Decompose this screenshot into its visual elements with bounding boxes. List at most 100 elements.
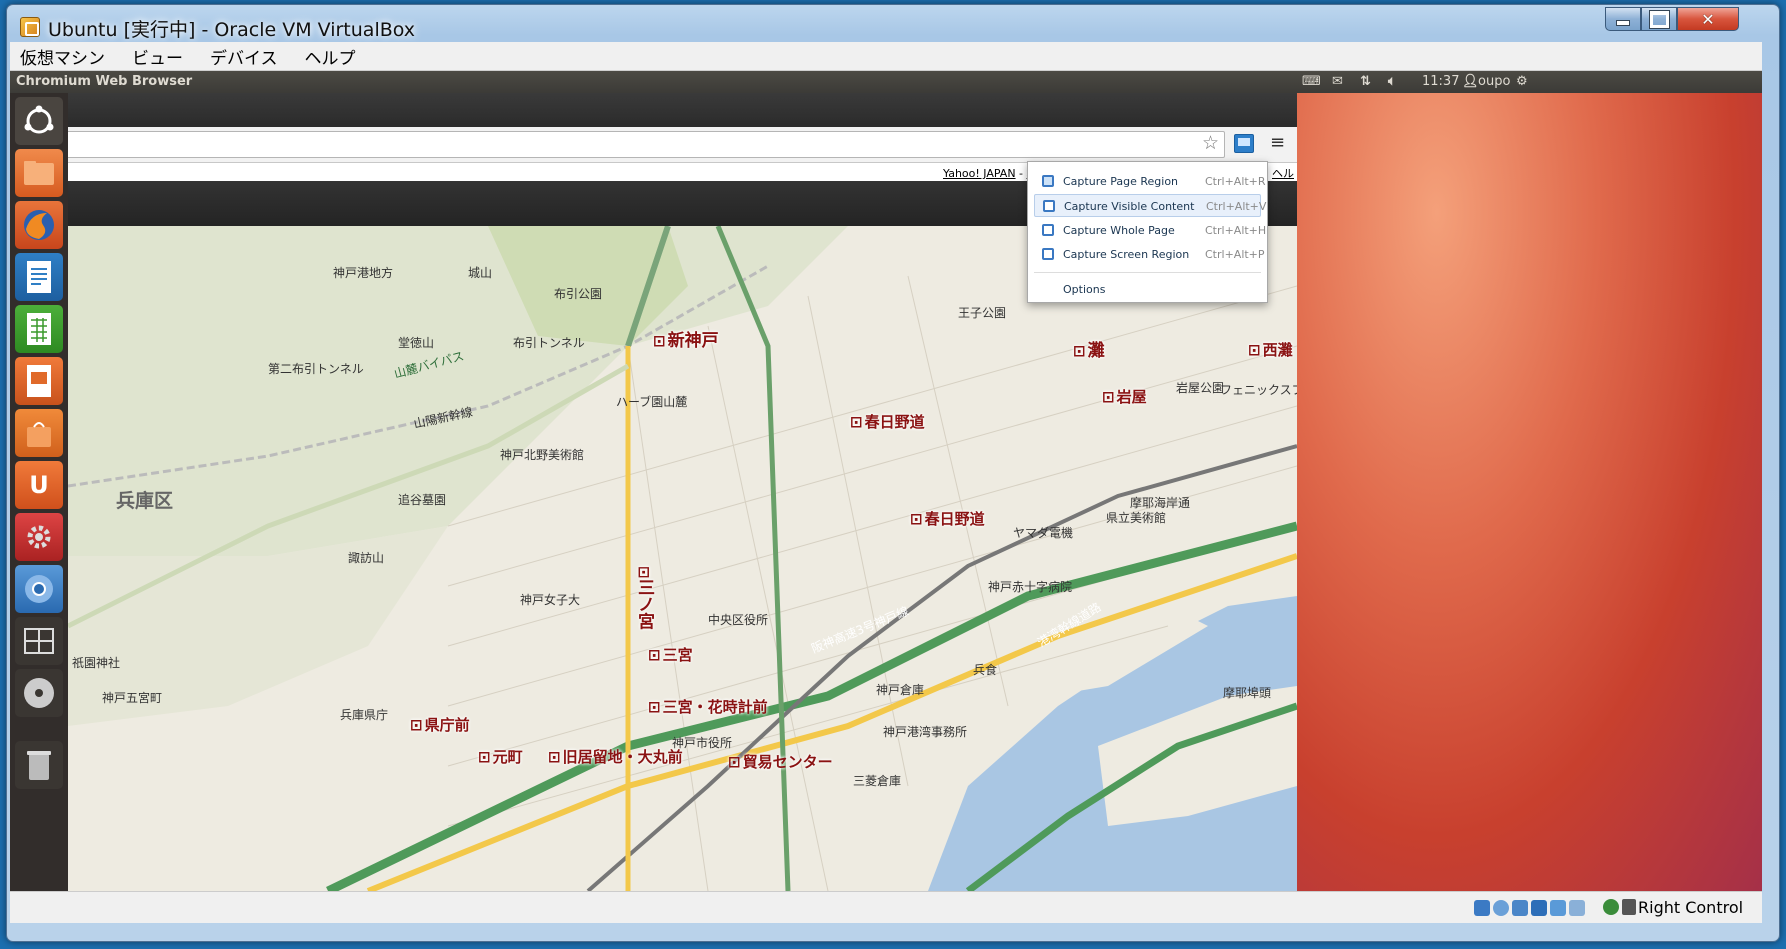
shared-folders-icon[interactable] (1550, 900, 1566, 916)
capture-visible-content-item[interactable]: Capture Visible Content Ctrl+Alt+V (1034, 194, 1266, 217)
host-key-label: Right Control (1638, 898, 1744, 917)
libreoffice-calc-icon[interactable] (15, 305, 63, 353)
map-place-label: 摩耶埠頭 (1223, 686, 1272, 700)
gear-icon[interactable]: ⚙ (1516, 74, 1528, 89)
network-adapter-icon[interactable] (1531, 900, 1547, 916)
chromium-icon[interactable] (15, 565, 63, 613)
map-place-label: 神戸港湾事務所 (883, 725, 968, 739)
libreoffice-impress-icon[interactable] (15, 357, 63, 405)
capture-screen-icon (1042, 248, 1054, 260)
bookmark-star-icon[interactable]: ☆ (1202, 132, 1219, 154)
chrome-menu-icon[interactable]: ≡ (1270, 132, 1285, 153)
address-bar[interactable] (68, 131, 1225, 158)
map-place-label: 城山 (468, 266, 493, 280)
settings-icon[interactable] (15, 513, 63, 561)
host-key-icon (1622, 899, 1636, 915)
map-station-label[interactable]: 灘 (1073, 336, 1105, 361)
menu-item-label: Capture Screen Region (1063, 248, 1190, 261)
map-place-label: ハーブ園山麓 (616, 395, 688, 409)
shopping-bag-icon[interactable] (15, 409, 63, 457)
minimize-button[interactable] (1605, 7, 1641, 31)
menu-item-label: Capture Page Region (1063, 175, 1179, 188)
panel-clock[interactable]: 11:37 (1422, 74, 1459, 89)
mail-icon[interactable]: ✉ (1332, 74, 1343, 89)
user-icon: 👤︎ (1462, 74, 1479, 89)
map-place-label: 神戸市役所 (672, 736, 733, 750)
workspace-switcher-icon[interactable] (15, 617, 63, 665)
trash-icon[interactable] (15, 741, 63, 789)
map-station-label[interactable]: 春日野道 (910, 508, 985, 529)
menu-item-shortcut: Ctrl+Alt+V (1206, 200, 1267, 213)
map-station-label[interactable]: 新神戸 (653, 326, 719, 351)
map-label: 兵庫区 (116, 490, 174, 512)
map-place-label: 岩屋公園 (1176, 381, 1225, 395)
map-place-label: 諏訪山 (348, 551, 385, 565)
map-place-label: 県立美術館 (1106, 511, 1167, 525)
map-station-label[interactable]: 西灘 (1248, 339, 1293, 360)
map-station-label[interactable]: 春日野道 (850, 411, 925, 432)
keyboard-icon[interactable]: ⌨ (1302, 74, 1321, 89)
menu-item-shortcut: Ctrl+Alt+H (1205, 224, 1267, 237)
ubuntu-one-icon[interactable]: U (15, 461, 63, 509)
options-menu-item[interactable]: Options (1063, 283, 1105, 296)
volume-icon[interactable]: 🔈︎ (1388, 74, 1396, 89)
menu-view[interactable]: ビュー (118, 44, 196, 69)
map-station-label[interactable]: 三ノ宮 (632, 566, 657, 630)
desktop-wallpaper (1297, 93, 1762, 891)
menu-devices[interactable]: デバイス (196, 44, 291, 69)
close-button[interactable] (1677, 7, 1739, 31)
map-station-label[interactable]: 元町 (478, 746, 523, 767)
panel-username[interactable]: oupo (1478, 74, 1510, 89)
chromium-tabstrip[interactable] (68, 93, 1297, 127)
map-view[interactable]: 兵庫区 新神戸 三ノ宮 灘 西灘 岩屋 春日野道 春日野道 三宮 三宮・花時計前… (68, 226, 1297, 891)
libreoffice-writer-icon[interactable] (15, 253, 63, 301)
screen-capture-extension-icon[interactable] (1234, 134, 1254, 153)
firefox-icon[interactable] (15, 201, 63, 249)
capture-menu: Capture Page Region Ctrl+Alt+R Capture V… (1027, 161, 1268, 303)
folder-icon[interactable] (15, 149, 63, 197)
maximize-button[interactable] (1641, 7, 1677, 31)
map-station-label[interactable]: 三宮・花時計前 (648, 696, 768, 717)
map-place-label: 神戸倉庫 (876, 683, 925, 697)
map-station-label[interactable]: 岩屋 (1102, 386, 1147, 407)
window-titlebar[interactable]: Ubuntu [実行中] - Oracle VM VirtualBox (7, 5, 1779, 47)
map-place-label: 神戸北野美術館 (500, 448, 585, 462)
window-title: Ubuntu [実行中] - Oracle VM VirtualBox (48, 19, 416, 41)
menu-separator (1034, 272, 1261, 273)
hard-disk-icon[interactable] (1474, 900, 1490, 916)
map-place-label: 祇園神社 (72, 656, 121, 670)
map-place-label: フェニックスプ (1220, 383, 1297, 397)
unity-launcher: U (10, 93, 68, 891)
map-station-label[interactable]: 旧居留地・大丸前 (548, 746, 683, 767)
capture-page-region-item[interactable]: Capture Page Region Ctrl+Alt+R (1034, 170, 1266, 193)
map-place-label: 兵食 (973, 663, 998, 677)
map-place-label: 堂徳山 (398, 336, 435, 350)
optical-drive-icon[interactable] (1493, 900, 1509, 916)
map-place-label: 王子公園 (958, 306, 1007, 320)
map-place-label: 中央区役所 (708, 613, 769, 627)
capture-visible-icon (1043, 200, 1055, 212)
map-place-label: 布引公園 (554, 287, 603, 301)
yahoo-japan-link[interactable]: Yahoo! JAPAN (943, 167, 1016, 180)
guest-screen[interactable]: Chromium Web Browser ⌨ ✉ ⇅ 🔈︎ 11:37 👤︎ o… (10, 71, 1762, 891)
map-station-label[interactable]: 県庁前 (410, 714, 470, 735)
map-place-label: 神戸五宮町 (102, 691, 163, 705)
yahoo-top-links: Yahoo! JAPAN - 地 (943, 165, 1038, 181)
menu-item-label: Capture Whole Page (1063, 224, 1175, 237)
usb-icon[interactable] (1512, 900, 1528, 916)
display-icon[interactable] (1569, 900, 1585, 916)
map-place-label: 神戸赤十字病院 (988, 580, 1073, 594)
map-station-label[interactable]: 貿易センター (728, 751, 833, 772)
vm-menubar: 仮想マシン ビュー デバイス ヘルプ (10, 42, 1762, 71)
menu-machine[interactable]: 仮想マシン (10, 44, 118, 69)
map-place-label: 神戸女子大 (520, 593, 581, 607)
capture-whole-page-item[interactable]: Capture Whole Page Ctrl+Alt+H (1034, 219, 1266, 242)
mouse-integration-icon[interactable] (1603, 899, 1619, 915)
network-icon[interactable]: ⇅ (1360, 74, 1371, 89)
menu-help[interactable]: ヘルプ (291, 44, 369, 69)
capture-screen-region-item[interactable]: Capture Screen Region Ctrl+Alt+P (1034, 243, 1265, 266)
ubuntu-top-panel: Chromium Web Browser ⌨ ✉ ⇅ 🔈︎ 11:37 👤︎ o… (10, 71, 1762, 93)
ubuntu-logo-icon[interactable] (15, 97, 63, 145)
map-station-label[interactable]: 三宮 (648, 644, 693, 665)
disc-icon[interactable] (15, 669, 63, 717)
